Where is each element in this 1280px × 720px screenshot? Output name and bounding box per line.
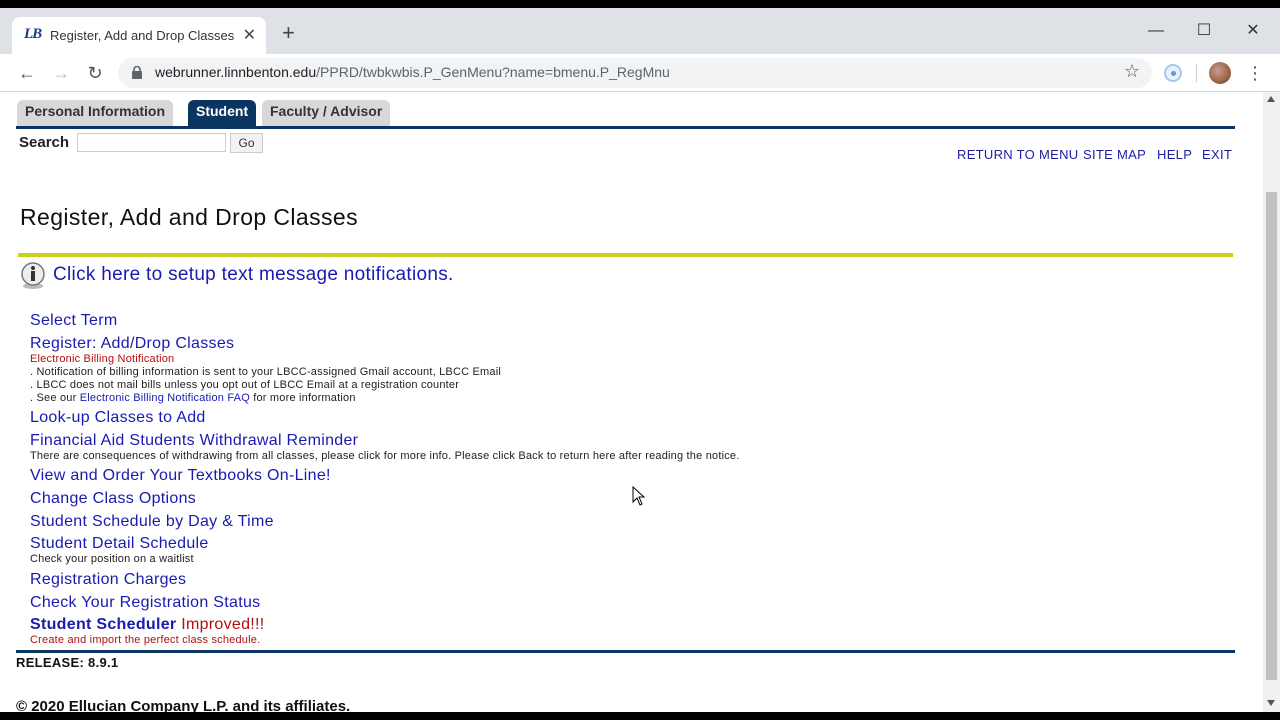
footer-divider: [16, 650, 1235, 653]
billing-note-1: . Notification of billing information is…: [30, 366, 502, 378]
search-label: Search: [19, 134, 70, 151]
fa-withdrawal-link[interactable]: Financial Aid Students Withdrawal Remind…: [30, 432, 358, 450]
title-divider: [18, 253, 1233, 257]
lock-icon: [132, 66, 142, 79]
forward-icon[interactable]: →: [48, 60, 74, 86]
billing-note-3-prefix: . See our: [30, 392, 77, 404]
lookup-classes-link[interactable]: Look-up Classes to Add: [30, 409, 206, 427]
release-version: RELEASE: 8.9.1: [16, 655, 119, 670]
exit-link[interactable]: EXIT: [1202, 147, 1232, 162]
help-link[interactable]: HELP: [1157, 147, 1192, 162]
page-scrollbar[interactable]: [1263, 92, 1280, 712]
tab-strip: LB Register, Add and Drop Classes ✕ + — …: [0, 8, 1280, 54]
address-bar[interactable]: webrunner.linnbenton.edu/PPRD/twbkwbis.P…: [118, 58, 1152, 88]
browser-tab[interactable]: LB Register, Add and Drop Classes ✕: [12, 17, 266, 54]
search-input[interactable]: [77, 133, 226, 152]
browser-menu-icon[interactable]: ⋮: [1246, 60, 1264, 86]
site-map-link[interactable]: SITE MAP: [1083, 147, 1146, 162]
billing-note-3-suffix: for more information: [253, 392, 356, 404]
change-class-options-link[interactable]: Change Class Options: [30, 490, 196, 508]
student-scheduler-link[interactable]: Student Scheduler Improved!!!: [30, 616, 265, 634]
registration-status-link[interactable]: Check Your Registration Status: [30, 594, 260, 612]
improved-badge: Improved!!!: [181, 616, 265, 633]
detail-schedule-link[interactable]: Student Detail Schedule: [30, 535, 209, 553]
search-go-button[interactable]: Go: [230, 133, 263, 153]
billing-note-2: . LBCC does not mail bills unless you op…: [30, 379, 460, 391]
scroll-down-icon[interactable]: [1267, 700, 1275, 706]
minimize-icon[interactable]: —: [1141, 16, 1171, 46]
student-scheduler-label: Student Scheduler: [30, 616, 177, 633]
maximize-icon[interactable]: ☐: [1189, 16, 1219, 46]
scheduler-note: Create and import the perfect class sche…: [30, 634, 261, 646]
tab-personal-information[interactable]: Personal Information: [17, 100, 174, 126]
page-viewport: Personal Information Student Faculty / A…: [0, 92, 1280, 712]
schedule-day-time-link[interactable]: Student Schedule by Day & Time: [30, 513, 274, 531]
bookmark-star-icon[interactable]: ☆: [1124, 61, 1140, 82]
url-text: webrunner.linnbenton.edu/PPRD/twbkwbis.P…: [155, 64, 670, 80]
page-title: Register, Add and Drop Classes: [20, 204, 359, 230]
browser-toolbar: ← → ↻ webrunner.linnbenton.edu/PPRD/twbk…: [0, 54, 1280, 92]
reload-icon[interactable]: ↻: [82, 60, 108, 86]
info-icon: [21, 262, 45, 289]
textbooks-link[interactable]: View and Order Your Textbooks On-Line!: [30, 467, 331, 485]
billing-note-3: . See our Electronic Billing Notificatio…: [30, 392, 356, 404]
register-add-drop-link[interactable]: Register: Add/Drop Classes: [30, 335, 234, 353]
waitlist-note: Check your position on a waitlist: [30, 553, 194, 565]
close-window-icon[interactable]: ✕: [1238, 16, 1268, 46]
profile-avatar[interactable]: [1209, 62, 1231, 84]
extension-icon[interactable]: [1164, 64, 1182, 82]
new-tab-icon[interactable]: +: [282, 22, 295, 44]
scroll-up-icon[interactable]: [1267, 96, 1275, 102]
scroll-thumb[interactable]: [1266, 192, 1277, 680]
return-to-menu-link[interactable]: RETURN TO MENU: [957, 147, 1078, 162]
billing-faq-link[interactable]: Electronic Billing Notification FAQ: [80, 392, 250, 404]
tab-faculty-advisor[interactable]: Faculty / Advisor: [262, 100, 391, 126]
billing-notification-title: Electronic Billing Notification: [30, 353, 175, 365]
close-tab-icon[interactable]: ✕: [243, 25, 256, 45]
tab-title: Register, Add and Drop Classes: [50, 28, 235, 43]
toolbar-separator: [1196, 64, 1197, 82]
back-icon[interactable]: ←: [14, 60, 40, 86]
select-term-link[interactable]: Select Term: [30, 312, 117, 330]
lbcc-favicon-icon: LB: [24, 26, 42, 42]
registration-charges-link[interactable]: Registration Charges: [30, 571, 186, 589]
copyright: © 2020 Ellucian Company L.P. and its aff…: [16, 698, 351, 712]
mouse-cursor-icon: [632, 486, 646, 506]
tabs-divider: [16, 126, 1235, 129]
tab-student[interactable]: Student: [188, 100, 257, 126]
fa-withdrawal-note: There are consequences of withdrawing fr…: [30, 450, 740, 462]
browser-chrome: LB Register, Add and Drop Classes ✕ + — …: [0, 8, 1280, 92]
text-notifications-link[interactable]: Click here to setup text message notific…: [53, 264, 454, 286]
